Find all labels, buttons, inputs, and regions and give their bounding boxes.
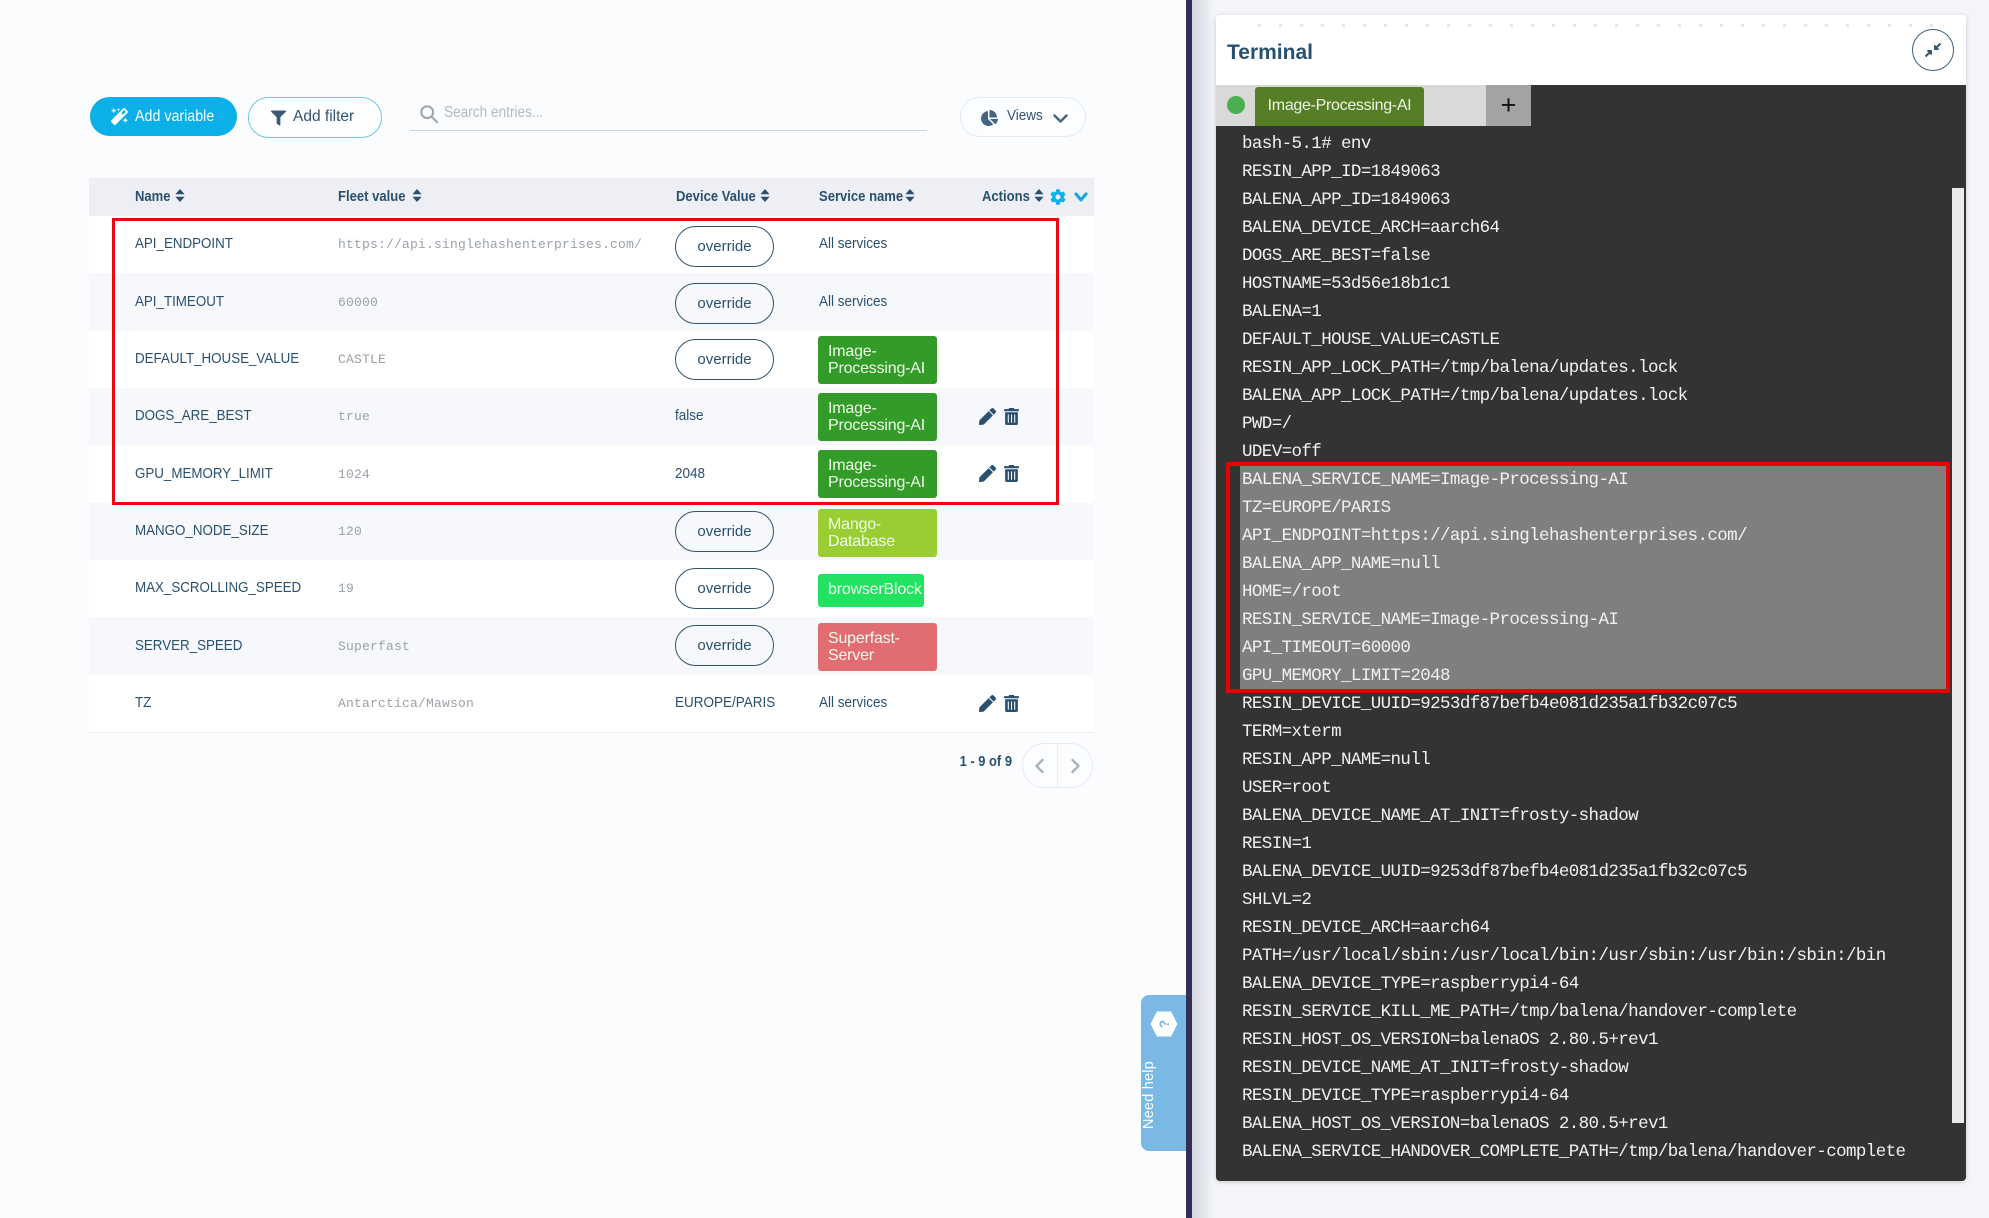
svg-text:?: ? (1156, 1020, 1172, 1029)
